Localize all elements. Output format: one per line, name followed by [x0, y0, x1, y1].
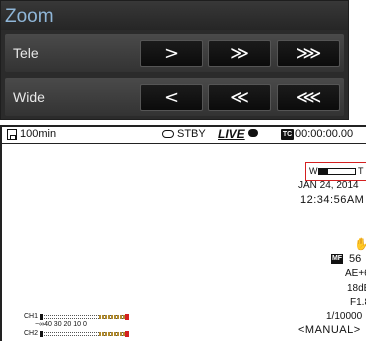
audio-meter-scale: −∞40 30 20 10 0	[35, 321, 87, 328]
tele-medium-button[interactable]: ≫	[208, 40, 271, 67]
clock-display: 12:34:56AM	[300, 194, 365, 206]
gain-value: 18dB	[347, 283, 366, 294]
tele-slow-button[interactable]: >	[140, 40, 203, 67]
tele-label: Tele	[13, 45, 39, 61]
zoom-title: Zoom	[5, 6, 54, 27]
audio-ch2-meter	[40, 331, 129, 337]
tc-badge: TC	[281, 129, 294, 140]
wide-slow-button[interactable]: <	[140, 84, 203, 111]
tele-fast-button[interactable]: ⋙	[277, 40, 340, 67]
audio-ch2-label: CH2	[24, 330, 39, 337]
zoom-bar	[318, 168, 356, 175]
zoom-row-wide: Wide < ≪ ⋘	[5, 78, 344, 116]
meter-start-mark	[40, 331, 43, 337]
lcd-status-bar: 100min STBY LIVE TC 00:00:00.00	[2, 127, 366, 144]
zoom-panel: Zoom Tele > ≫ ⋙ Wide < ≪ ⋘	[0, 0, 349, 120]
zoom-wide-marker: W	[309, 166, 318, 176]
speech-bubble-icon	[248, 129, 258, 137]
iris-value: F1.8	[350, 297, 366, 308]
live-label: LIVE	[218, 127, 245, 141]
wide-fast-button[interactable]: ⋘	[277, 84, 340, 111]
shutter-value: 1/10000	[326, 311, 363, 322]
audio-ch1-label: CH1	[24, 313, 39, 320]
ae-value: AE+6	[345, 268, 366, 279]
meter-mid-band	[99, 332, 125, 336]
zoom-position-indicator: W T	[305, 162, 366, 181]
date-display: JAN 24, 2014	[298, 180, 359, 191]
meter-peak-mark	[125, 331, 129, 337]
meter-mid-band	[99, 315, 125, 319]
zoom-row-tele: Tele > ≫ ⋙	[5, 34, 344, 72]
audio-ch1-meter	[40, 314, 129, 320]
meter-peak-mark	[125, 314, 129, 320]
meter-start-mark	[40, 314, 43, 320]
remaining-time: 100min	[20, 128, 57, 140]
zoom-tele-marker: T	[358, 166, 364, 176]
timecode: 00:00:00.00	[295, 128, 354, 140]
status-text: STBY	[177, 128, 206, 140]
tape-icon	[162, 130, 174, 138]
focus-value: 56	[349, 253, 362, 265]
exposure-mode: <MANUAL>	[298, 324, 361, 336]
mf-badge: MF	[331, 254, 343, 264]
image-stabilizer-icon: ✋	[354, 237, 366, 251]
sd-card-icon	[7, 129, 17, 140]
wide-label: Wide	[13, 89, 45, 105]
wide-medium-button[interactable]: ≪	[208, 84, 271, 111]
camera-lcd-display: 100min STBY LIVE TC 00:00:00.00 W T JAN …	[0, 125, 366, 341]
zoom-bar-fill	[319, 169, 328, 174]
